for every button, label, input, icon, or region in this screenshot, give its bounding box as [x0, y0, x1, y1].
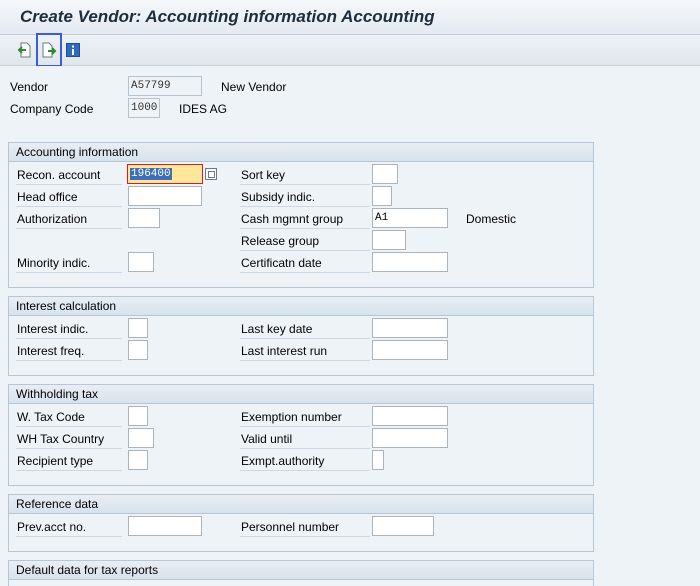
application-toolbar [0, 33, 700, 67]
last-key-date-field[interactable] [372, 318, 448, 338]
recon-account-label: Recon. account [17, 168, 101, 182]
company-code-field[interactable]: 1000 [128, 98, 160, 118]
valid-until-label: Valid until [241, 432, 293, 446]
minority-indic-label: Minority indic. [17, 256, 91, 270]
interest-calculation-group: Interest calculation [8, 296, 594, 376]
recon-account-field[interactable]: 196400 [127, 164, 203, 184]
cash-mgmnt-group-description: Domestic [466, 212, 517, 226]
group-header: Withholding tax [9, 385, 593, 404]
prev-acct-no-label: Prev.acct no. [17, 520, 87, 534]
info-button[interactable] [62, 39, 84, 61]
w-tax-code-label: W. Tax Code [17, 410, 85, 424]
exmpt-authority-field[interactable] [372, 450, 384, 470]
tax-reports-group: Default data for tax reports [8, 560, 594, 586]
value-help-icon[interactable] [205, 168, 217, 180]
release-group-label: Release group [241, 234, 320, 248]
window-title: Create Vendor: Accounting information Ac… [20, 7, 435, 26]
sort-key-label: Sort key [241, 168, 286, 182]
w-tax-code-field[interactable] [128, 406, 148, 426]
sort-key-field[interactable] [372, 164, 398, 184]
exemption-number-label: Exemption number [241, 410, 342, 424]
authorization-label: Authorization [17, 212, 88, 226]
head-office-field[interactable] [128, 186, 202, 206]
subsidy-indic-field[interactable] [372, 186, 392, 206]
next-screen-icon [42, 42, 57, 58]
minority-indic-field[interactable] [128, 252, 154, 272]
release-group-field[interactable] [372, 230, 406, 250]
recipient-type-label: Recipient type [17, 454, 94, 468]
group-header: Reference data [9, 495, 593, 514]
group-header: Accounting information [9, 143, 593, 162]
last-interest-run-field[interactable] [372, 340, 448, 360]
interest-indic-field[interactable] [128, 318, 148, 338]
recipient-type-field[interactable] [128, 450, 148, 470]
group-title: Default data for tax reports [16, 563, 159, 577]
title-bar: Create Vendor: Accounting information Ac… [0, 0, 700, 35]
company-code-label: Company Code [10, 102, 94, 116]
personnel-number-label: Personnel number [241, 520, 340, 534]
group-title: Accounting information [16, 145, 139, 159]
subsidy-indic-label: Subsidy indic. [241, 190, 316, 204]
previous-screen-icon [17, 42, 31, 58]
valid-until-field[interactable] [372, 428, 448, 448]
interest-freq-label: Interest freq. [17, 344, 85, 358]
vendor-label: Vendor [10, 80, 49, 94]
wh-tax-country-label: WH Tax Country [17, 432, 105, 446]
exemption-number-field[interactable] [372, 406, 448, 426]
group-title: Reference data [16, 497, 99, 511]
group-title: Withholding tax [16, 387, 99, 401]
next-screen-button[interactable] [36, 33, 62, 67]
interest-freq-field[interactable] [128, 340, 148, 360]
info-icon [66, 43, 80, 57]
vendor-description: New Vendor [221, 80, 287, 94]
last-key-date-label: Last key date [241, 322, 313, 336]
wh-tax-country-field[interactable] [128, 428, 154, 448]
cash-mgmnt-group-field[interactable]: A1 [372, 208, 448, 228]
certificatn-date-field[interactable] [372, 252, 448, 272]
personnel-number-field[interactable] [372, 516, 434, 536]
company-code-description: IDES AG [179, 102, 228, 116]
authorization-field[interactable] [128, 208, 160, 228]
last-interest-run-label: Last interest run [241, 344, 328, 358]
interest-indic-label: Interest indic. [17, 322, 89, 336]
exmpt-authority-label: Exmpt.authority [241, 454, 325, 468]
group-header: Default data for tax reports [9, 561, 593, 580]
vendor-field[interactable]: A57799 [128, 76, 202, 96]
group-title: Interest calculation [16, 299, 117, 313]
cash-mgmnt-group-label: Cash mgmnt group [241, 212, 344, 226]
previous-screen-button[interactable] [14, 39, 36, 61]
prev-acct-no-field[interactable] [128, 516, 202, 536]
group-header: Interest calculation [9, 297, 593, 316]
head-office-label: Head office [17, 190, 78, 204]
certificatn-date-label: Certificatn date [241, 256, 322, 270]
recon-account-value: 196400 [130, 168, 172, 180]
